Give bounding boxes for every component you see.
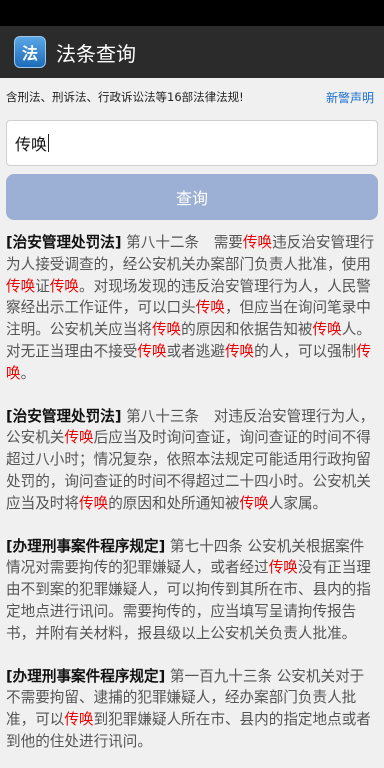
search-input-value: 传唤 xyxy=(15,135,48,154)
text-cursor xyxy=(48,134,50,152)
law-name: [办理刑事案件程序规定] xyxy=(6,667,166,685)
article-text: 。 xyxy=(20,364,36,382)
highlighted-keyword: 传唤 xyxy=(78,494,109,512)
article-text: 的原因和处所通知被 xyxy=(108,494,240,512)
law-name: [办理刑事案件程序规定] xyxy=(6,537,166,555)
article-text: 的人，可以强制 xyxy=(254,342,357,360)
highlighted-keyword: 传唤 xyxy=(195,299,225,317)
highlighted-keyword: 传唤 xyxy=(239,494,269,512)
app-title: 法条查询 xyxy=(56,41,136,66)
query-button[interactable]: 查询 xyxy=(6,174,378,220)
result-item[interactable]: [治安管理处罚法] 第八十三条 对违反治安管理行为人，公安机关传唤后应当及时询问… xyxy=(6,406,378,515)
highlighted-keyword: 传唤 xyxy=(64,429,94,447)
highlighted-keyword: 传唤 xyxy=(268,559,298,577)
highlighted-keyword: 传唤 xyxy=(312,321,342,339)
article-text: 或者逃避 xyxy=(166,342,225,360)
highlighted-keyword: 传唤 xyxy=(64,711,94,729)
law-name: [治安管理处罚法] xyxy=(6,407,122,425)
highlighted-keyword: 传唤 xyxy=(137,342,167,360)
article-text: 人家属。 xyxy=(268,494,328,512)
main-content: 含刑法、刑诉法、行政诉讼法等16部法律法规! 新警声明 传唤 查询 [治安管理处… xyxy=(0,78,384,768)
disclaimer-link[interactable]: 新警声明 xyxy=(326,89,374,106)
app-bar: 法 法条查询 xyxy=(0,26,384,78)
result-item[interactable]: [治安管理处罚法] 第八十二条 需要传唤违反治安管理行为人接受调查的，经公安机关… xyxy=(6,232,378,385)
law-name: [治安管理处罚法] xyxy=(6,234,122,251)
description-text: 含刑法、刑诉法、行政诉讼法等16部法律法规! xyxy=(6,90,244,104)
highlighted-keyword: 传唤 xyxy=(242,234,273,251)
search-input[interactable]: 传唤 xyxy=(6,120,378,166)
article-text: 证 xyxy=(35,277,50,295)
highlighted-keyword: 传唤 xyxy=(49,277,80,295)
article-text: 第八十二条 需要 xyxy=(121,234,243,251)
highlighted-keyword: 传唤 xyxy=(6,277,36,295)
app-logo-icon: 法 xyxy=(14,36,46,68)
highlighted-keyword: 传唤 xyxy=(151,321,182,339)
result-item[interactable]: [办理刑事案件程序规定] 第七十四条 公安机关根据案件情况对需要拘传的犯罪嫌疑人… xyxy=(6,536,378,645)
info-bar: 含刑法、刑诉法、行政诉讼法等16部法律法规! 新警声明 xyxy=(0,78,384,116)
article-text: 的原因和依据告知被 xyxy=(181,321,313,339)
result-item[interactable]: [办理刑事案件程序规定] 第一百九十三条 公安机关对于不需要拘留、逮捕的犯罪嫌疑… xyxy=(6,666,378,753)
highlighted-keyword: 传唤 xyxy=(224,342,255,360)
results-list: [治安管理处罚法] 第八十二条 需要传唤违反治安管理行为人接受调查的，经公安机关… xyxy=(0,220,384,753)
status-bar xyxy=(0,0,384,26)
